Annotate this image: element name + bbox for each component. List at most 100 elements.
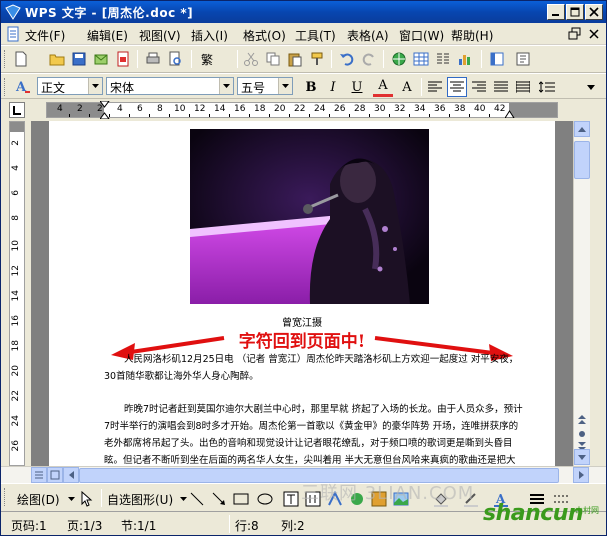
ruler-number: 16 — [234, 104, 246, 114]
font-select[interactable]: 宋体 — [106, 77, 234, 95]
toolbar-grip[interactable] — [4, 78, 7, 96]
traditional-chinese-icon[interactable]: 繁 — [197, 49, 217, 69]
italic-button[interactable]: I — [323, 77, 343, 97]
page-view-icon[interactable] — [47, 467, 63, 483]
concert-photo[interactable] — [190, 129, 429, 304]
horizontal-ruler[interactable]: 4 2 2 4 6 8 10 12 14 16 18 20 22 24 26 28 30 32 34 36 38 40 42 — [46, 100, 558, 121]
scroll-down-icon[interactable] — [574, 449, 590, 465]
ruler-number: 8 — [11, 215, 21, 221]
print-preview-icon[interactable] — [165, 49, 185, 69]
wps-window: WPS 文字 - [周杰伦.doc *] 文件(F) 编辑(E) 视图(V) 插… — [0, 0, 607, 536]
select-objects-icon[interactable] — [77, 489, 97, 509]
menu-file[interactable]: 文件(F) — [25, 27, 65, 44]
arrow-tool-icon[interactable] — [209, 489, 229, 509]
font-color-button[interactable]: A — [373, 77, 393, 97]
close-button[interactable] — [585, 4, 603, 20]
menu-view[interactable]: 视图(V) — [139, 27, 181, 44]
status-section: 节:1/1 — [121, 519, 157, 533]
help-icon[interactable] — [513, 49, 533, 69]
insert-table-icon[interactable] — [411, 49, 431, 69]
scroll-right-icon[interactable] — [573, 467, 589, 483]
undo-icon[interactable] — [337, 49, 357, 69]
hyperlink-icon[interactable] — [389, 49, 409, 69]
toolbar-grip[interactable] — [4, 50, 7, 68]
align-left-icon[interactable] — [425, 77, 445, 97]
chevron-down-icon[interactable] — [219, 78, 233, 94]
new-document-icon[interactable] — [11, 49, 31, 69]
menu-insert[interactable]: 插入(I) — [191, 27, 228, 44]
menu-table[interactable]: 表格(A) — [347, 27, 389, 44]
ruler-tick — [429, 114, 430, 117]
document-map-icon[interactable] — [487, 49, 507, 69]
align-center-icon[interactable] — [447, 77, 467, 97]
paste-icon[interactable] — [285, 49, 305, 69]
menu-bar: 文件(F) 编辑(E) 视图(V) 插入(I) 格式(O) 工具(T) 表格(A… — [1, 23, 606, 45]
ruler-number: 4 — [57, 104, 63, 114]
chevron-down-icon[interactable] — [88, 78, 102, 94]
align-right-icon[interactable] — [469, 77, 489, 97]
select-browse-object-icon[interactable] — [577, 429, 587, 439]
document-page[interactable]: 曾宽江摄 字符回到页面中! 人民网洛杉矶12月25日电 （记者 曾宽江）周杰伦昨… — [49, 121, 555, 466]
ruler-number: 2 — [77, 104, 83, 114]
normal-view-icon[interactable] — [31, 467, 47, 483]
textbox-tool-icon[interactable] — [281, 489, 301, 509]
toolbar-options-icon[interactable] — [581, 77, 601, 97]
styles-and-formatting-icon[interactable]: A — [13, 76, 33, 96]
underline-button[interactable]: U — [347, 77, 367, 97]
toolbar-grip[interactable] — [4, 488, 7, 506]
draw-menu-button[interactable]: 绘图(D) — [17, 491, 60, 508]
format-painter-icon[interactable] — [307, 49, 327, 69]
document-icon[interactable] — [5, 26, 21, 42]
export-pdf-icon[interactable] — [113, 49, 133, 69]
save-icon[interactable] — [69, 49, 89, 69]
scroll-up-icon[interactable] — [574, 121, 590, 137]
right-indent-marker[interactable] — [504, 107, 515, 121]
chevron-down-icon[interactable] — [278, 78, 292, 94]
autoshapes-menu-button[interactable]: 自选图形(U) — [107, 491, 173, 508]
font-size-select[interactable]: 五号 — [237, 77, 293, 95]
ruler-number: 4 — [117, 104, 123, 114]
ruler-number: 20 — [11, 365, 21, 377]
distributed-align-icon[interactable] — [513, 77, 533, 97]
doc-restore-icon[interactable] — [567, 26, 583, 42]
vertical-scrollbar[interactable] — [573, 121, 590, 466]
ruler-tick — [129, 114, 130, 117]
columns-icon[interactable] — [433, 49, 453, 69]
shancun-logo-sub: 山村网 — [575, 506, 599, 515]
menu-tools[interactable]: 工具(T) — [295, 27, 336, 44]
rectangle-tool-icon[interactable] — [231, 489, 251, 509]
menu-format[interactable]: 格式(O) — [243, 27, 286, 44]
menu-help[interactable]: 帮助(H) — [451, 27, 493, 44]
ruler-number: 38 — [454, 104, 466, 114]
title-bar: WPS 文字 - [周杰伦.doc *] — [1, 1, 606, 23]
print-icon[interactable] — [143, 49, 163, 69]
scroll-left-icon[interactable] — [63, 467, 79, 483]
style-select[interactable]: 正文 — [37, 77, 103, 95]
open-folder-icon[interactable] — [47, 49, 67, 69]
vertical-ruler[interactable]: 2 4 6 8 10 12 14 16 18 20 22 24 26 — [9, 121, 25, 466]
menu-window[interactable]: 窗口(W) — [399, 27, 444, 44]
tab-selector-icon[interactable] — [9, 102, 25, 118]
ruler-number: 28 — [354, 104, 366, 114]
redo-icon[interactable] — [359, 49, 379, 69]
copy-icon[interactable] — [263, 49, 283, 69]
previous-page-icon[interactable] — [577, 415, 587, 425]
ruler-tick — [309, 114, 310, 117]
maximize-button[interactable] — [566, 4, 584, 20]
ellipse-tool-icon[interactable] — [255, 489, 275, 509]
doc-close-icon[interactable] — [586, 26, 602, 42]
line-spacing-icon[interactable] — [537, 77, 557, 97]
ruler-tick — [169, 114, 170, 117]
cut-icon[interactable] — [241, 49, 261, 69]
menu-edit[interactable]: 编辑(E) — [87, 27, 128, 44]
character-scale-button[interactable]: A — [397, 77, 417, 97]
chart-icon[interactable] — [455, 49, 475, 69]
vertical-scroll-thumb[interactable] — [574, 141, 590, 179]
bold-button[interactable]: B — [301, 77, 321, 97]
minimize-button[interactable] — [547, 4, 565, 20]
send-mail-icon[interactable] — [91, 49, 111, 69]
line-tool-icon[interactable] — [187, 489, 207, 509]
ruler-number: 10 — [11, 240, 21, 252]
first-line-indent-marker[interactable] — [99, 100, 110, 122]
align-justify-icon[interactable] — [491, 77, 511, 97]
